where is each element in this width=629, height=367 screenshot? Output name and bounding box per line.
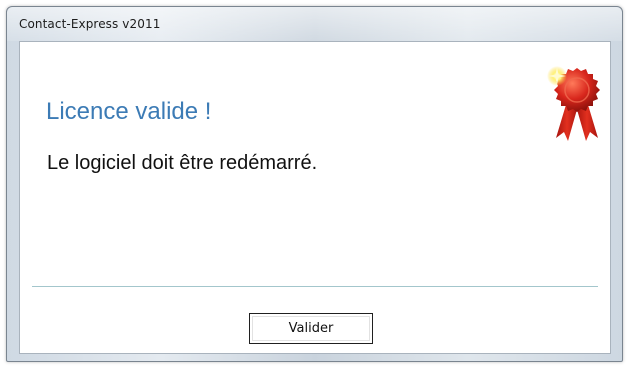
dialog-window: Contact-Express v2011 Licence valide ! L… bbox=[6, 6, 623, 362]
dialog-message: Le logiciel doit être redémarré. bbox=[47, 152, 318, 174]
separator-line bbox=[32, 286, 598, 287]
title-bar[interactable]: Contact-Express v2011 bbox=[7, 7, 622, 41]
valider-button[interactable]: Valider bbox=[249, 313, 373, 344]
award-ribbon-icon bbox=[547, 66, 600, 141]
dialog-heading: Licence valide ! bbox=[46, 98, 212, 125]
window-title: Contact-Express v2011 bbox=[19, 17, 161, 31]
dialog-content: Licence valide ! Le logiciel doit être r… bbox=[19, 41, 611, 354]
